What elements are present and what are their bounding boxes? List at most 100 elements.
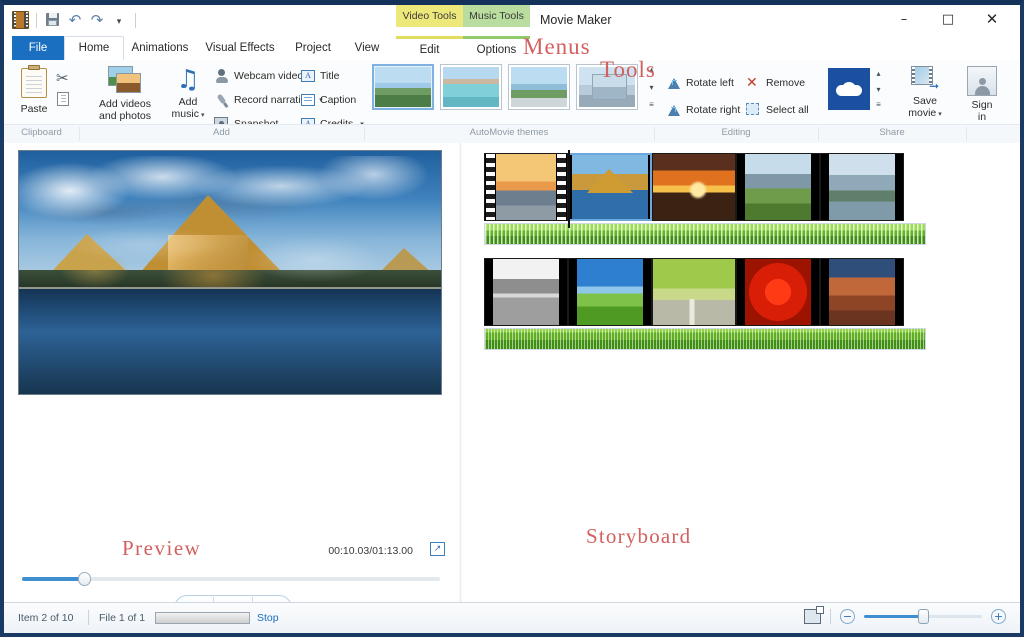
zoom-out-button[interactable]: − xyxy=(840,609,855,624)
automovie-theme-default[interactable] xyxy=(372,64,434,110)
share-scroll-down-icon[interactable]: ▾ xyxy=(873,84,884,95)
clip-alpine-meadow[interactable] xyxy=(736,153,820,221)
share-scroll-up-icon[interactable]: ▴ xyxy=(873,68,884,79)
qat-divider xyxy=(36,13,37,28)
themes-more-icon[interactable]: ≡ xyxy=(646,99,657,110)
undo-icon[interactable]: ↶ xyxy=(66,11,84,29)
item-count-label: Item 2 of 10 xyxy=(18,612,73,624)
zoom-slider[interactable] xyxy=(864,615,982,618)
quick-access-toolbar: ↶ ↷ ▾ xyxy=(12,11,139,29)
file-count-label: File 1 of 1 xyxy=(99,612,145,624)
maximize-button[interactable]: □ xyxy=(926,5,970,33)
paste-icon xyxy=(21,68,47,98)
preview-timecode: 00:10.03/01:13.00 xyxy=(328,545,413,557)
save-icon[interactable] xyxy=(44,11,62,29)
share-gallery-scrollbar: ▴ ▾ ≡ xyxy=(873,68,884,110)
caption-icon xyxy=(301,94,315,106)
playhead[interactable] xyxy=(568,150,570,228)
save-movie-button[interactable]: ➞ Save movie▾ xyxy=(898,66,952,121)
stop-link[interactable]: Stop xyxy=(257,612,279,624)
seek-bar[interactable] xyxy=(22,577,440,581)
tab-options[interactable]: Options xyxy=(463,36,530,60)
redo-icon[interactable]: ↷ xyxy=(88,11,106,29)
customize-qat-caret-icon[interactable]: ▾ xyxy=(110,11,128,29)
minimize-button[interactable]: – xyxy=(882,5,926,33)
annotation-menus: Menus xyxy=(523,34,591,60)
select-all-button[interactable]: Select all xyxy=(746,101,809,119)
tab-edit[interactable]: Edit xyxy=(396,36,463,60)
automovie-theme-contemporary[interactable] xyxy=(440,64,502,110)
tab-home[interactable]: Home xyxy=(64,36,124,60)
storyboard-pane: Storyboard xyxy=(462,143,1020,604)
webcam-video-label: Webcam video xyxy=(234,70,303,82)
zoom-slider-fill xyxy=(864,615,921,618)
cut-icon[interactable]: ✂ xyxy=(56,69,69,87)
zoom-controls: − + xyxy=(804,609,1006,624)
remove-button[interactable]: ✕ Remove xyxy=(746,74,809,92)
rotate-right-button[interactable]: Rotate right xyxy=(666,101,740,119)
music-tools-header[interactable]: Music Tools xyxy=(463,5,530,27)
sign-in-label-2: in xyxy=(958,111,1006,123)
clip-mountain-reflection[interactable] xyxy=(568,153,652,221)
clip-tree-road[interactable] xyxy=(652,258,736,326)
onedrive-button[interactable] xyxy=(828,68,870,110)
select-all-icon xyxy=(746,103,761,117)
clip-desert-rock[interactable] xyxy=(820,258,904,326)
seek-fill xyxy=(22,577,85,581)
add-music-label-1: Add xyxy=(166,96,210,108)
window-title: Movie Maker xyxy=(540,13,612,27)
caption-label: Caption xyxy=(320,94,356,106)
tab-animations[interactable]: Animations xyxy=(124,36,196,60)
add-music-button[interactable]: ♫ Add music▾ xyxy=(166,66,210,122)
app-icon xyxy=(12,11,29,29)
rotate-right-label: Rotate right xyxy=(686,104,740,116)
music-note-icon: ♫ xyxy=(166,66,210,94)
clip-red-flower[interactable] xyxy=(736,258,820,326)
group-label-add: Add xyxy=(79,127,364,138)
clip-green-field[interactable] xyxy=(568,258,652,326)
clip-harbor-sunset[interactable] xyxy=(484,153,568,221)
caption-button[interactable]: Caption xyxy=(301,91,364,109)
qat-divider-2 xyxy=(135,13,136,28)
title-button[interactable]: A Title xyxy=(301,67,364,85)
audio-waveform-row-2[interactable] xyxy=(484,328,926,350)
tab-view[interactable]: View xyxy=(342,36,392,60)
add-videos-label-1: Add videos xyxy=(88,98,162,110)
share-more-icon[interactable]: ≡ xyxy=(873,99,884,110)
add-music-dropdown-icon[interactable]: ▾ xyxy=(201,112,205,119)
tab-visual-effects[interactable]: Visual Effects xyxy=(196,36,284,60)
audio-waveform-row-1[interactable] xyxy=(484,223,926,245)
zoom-slider-handle[interactable] xyxy=(918,609,929,624)
status-bar: Item 2 of 10 File 1 of 1 Stop − + xyxy=(4,602,1020,633)
clip-lake-valley[interactable] xyxy=(820,153,904,221)
preview-image xyxy=(19,151,441,394)
movie-maker-window: ↶ ↷ ▾ Video Tools Music Tools Movie Make… xyxy=(0,0,1024,637)
select-all-label: Select all xyxy=(766,104,809,116)
rotate-right-icon xyxy=(666,103,681,117)
clip-sunset-lake[interactable] xyxy=(652,153,736,221)
rotate-left-button[interactable]: Rotate left xyxy=(666,74,740,92)
add-videos-and-photos-button[interactable]: Add videos and photos xyxy=(88,66,162,122)
video-tools-header[interactable]: Video Tools xyxy=(396,5,463,27)
tab-file[interactable]: File xyxy=(12,36,64,60)
thumbnail-size-icon[interactable] xyxy=(804,609,821,624)
add-music-label-2: music▾ xyxy=(166,108,210,122)
zoom-in-button[interactable]: + xyxy=(991,609,1006,624)
remove-icon: ✕ xyxy=(746,76,761,90)
automovie-theme-cinematic[interactable] xyxy=(508,64,570,110)
paste-button[interactable]: Paste xyxy=(14,68,54,115)
copy-icon[interactable] xyxy=(57,92,69,106)
add-videos-label-2: and photos xyxy=(88,110,162,122)
seek-handle[interactable] xyxy=(78,572,91,586)
group-label-clipboard: Clipboard xyxy=(4,127,79,138)
close-button[interactable]: ✕ xyxy=(970,5,1014,33)
fullscreen-icon[interactable]: ↗ xyxy=(430,542,445,556)
tab-project[interactable]: Project xyxy=(284,36,342,60)
sign-in-button[interactable]: Sign in xyxy=(958,66,1006,123)
clip-grayscale-mountain[interactable] xyxy=(484,258,568,326)
save-movie-dropdown-icon[interactable]: ▾ xyxy=(938,111,942,118)
title-bar: ↶ ↷ ▾ Video Tools Music Tools Movie Make… xyxy=(4,5,1020,36)
themes-scroll-down-icon[interactable]: ▾ xyxy=(646,82,657,93)
preview-monitor[interactable] xyxy=(18,150,442,395)
remove-label: Remove xyxy=(766,77,805,89)
